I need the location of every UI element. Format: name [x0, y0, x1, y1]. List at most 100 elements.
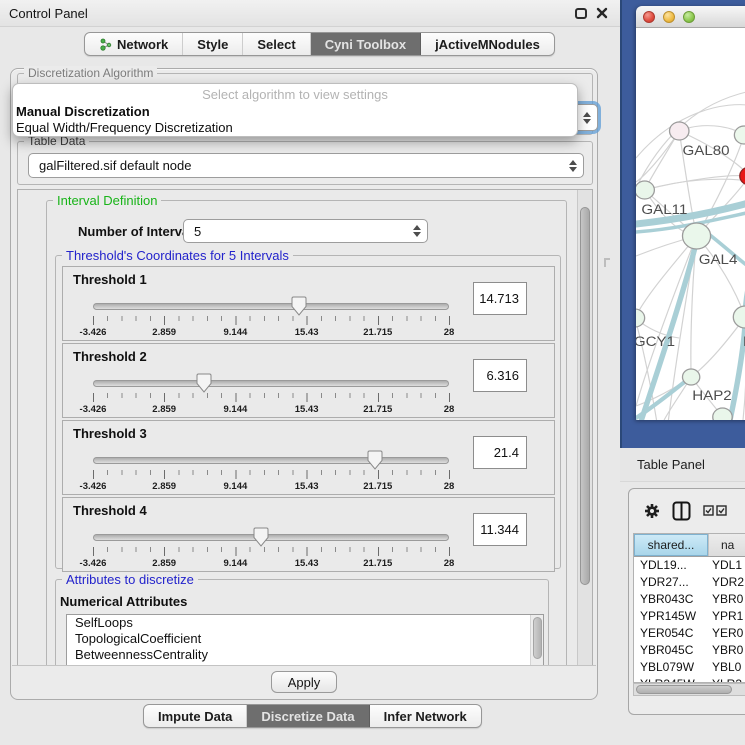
table-data-group: Table Data galFiltered.sif default node — [17, 141, 593, 185]
threshold-2-value-field[interactable]: 6.316 — [473, 359, 527, 392]
settings-scrollbar[interactable] — [577, 190, 592, 665]
network-view-window: GAL80 G C GAL11 GAL4 GCY1 H HAP2 — [636, 6, 745, 420]
thresholds-group-label: Threshold's Coordinates for 5 Intervals — [62, 248, 293, 263]
scrollbar-thumb[interactable] — [580, 207, 590, 585]
number-of-intervals-combobox[interactable]: 5 — [183, 219, 428, 243]
tab-network[interactable]: Network — [85, 33, 183, 55]
scrollbar-thumb[interactable] — [636, 685, 732, 694]
interval-definition-label: Interval Definition — [53, 193, 161, 208]
node-hap2[interactable] — [682, 369, 699, 385]
threshold-3-slider[interactable]: -3.4262.8599.14415.4321.71528 — [93, 445, 450, 493]
list-item[interactable]: TopologicalCoefficient — [67, 631, 543, 647]
threshold-3-row: Threshold 3 -3.4262.8599.14415.4321.7152… — [62, 420, 555, 495]
scrollbar-thumb[interactable] — [533, 617, 542, 659]
zoom-traffic-light-icon[interactable] — [683, 11, 695, 23]
node-label: GAL80 — [682, 143, 729, 158]
threshold-1-row: Threshold 1 -3.4262.8599.14415.4321.7152… — [62, 266, 555, 341]
tab-style[interactable]: Style — [183, 33, 243, 55]
tab-infer-network[interactable]: Infer Network — [370, 705, 481, 727]
node-gal4[interactable] — [682, 223, 710, 249]
slider-handle[interactable] — [367, 450, 383, 470]
control-panel: Control Panel Network Style Sele — [0, 0, 620, 745]
interval-definition-group: Interval Definition Number of Intervals … — [46, 200, 567, 666]
table-row[interactable]: YER054CYER0 — [634, 625, 745, 642]
numerical-attributes-label: Numerical Attributes — [60, 594, 187, 609]
table-row[interactable]: YLR345WYLR3 — [634, 676, 745, 683]
slider-track[interactable] — [93, 303, 449, 310]
tab-cyni-toolbox[interactable]: Cyni Toolbox — [311, 33, 421, 55]
control-panel-titlebar: Control Panel — [0, 0, 620, 27]
tab-impute-data[interactable]: Impute Data — [144, 705, 247, 727]
gear-icon[interactable] — [644, 503, 660, 519]
minimize-traffic-light-icon[interactable] — [663, 11, 675, 23]
threshold-3-value-field[interactable]: 21.4 — [473, 436, 527, 469]
table-row[interactable]: YDR27...YDR2 — [634, 574, 745, 591]
close-icon[interactable] — [596, 7, 608, 19]
dropdown-option-manual[interactable]: Manual Discretization — [13, 104, 577, 120]
threshold-3-label: Threshold 3 — [73, 426, 147, 441]
threshold-4-slider[interactable]: -3.4262.8599.14415.4321.71528 — [93, 522, 450, 570]
cyni-toolbox-panel: Discretization Algorithm Table Data galF… — [10, 68, 598, 700]
settings-scroll-area: Interval Definition Number of Intervals … — [17, 189, 593, 666]
network-icon — [99, 38, 112, 51]
threshold-2-slider[interactable]: -3.4262.8599.14415.4321.71528 — [93, 368, 450, 416]
node-label: HAP2 — [692, 388, 731, 403]
slider-handle[interactable] — [253, 527, 269, 547]
number-of-intervals-value: 5 — [194, 224, 407, 239]
number-of-intervals-label: Number of Intervals — [78, 224, 200, 239]
table-row[interactable]: YDL19...YDL1 — [634, 557, 745, 574]
list-scrollbar[interactable] — [530, 615, 543, 666]
table-row[interactable]: YBR043CYBR0 — [634, 591, 745, 608]
close-traffic-light-icon[interactable] — [643, 11, 655, 23]
node-bottom[interactable] — [713, 408, 732, 420]
threshold-4-value-field[interactable]: 11.344 — [473, 513, 527, 546]
panel-title: Control Panel — [9, 6, 88, 21]
attributes-group: Attributes to discretize Numerical Attri… — [55, 579, 549, 666]
table-data-combobox[interactable]: galFiltered.sif default node — [28, 153, 584, 178]
slider-track[interactable] — [93, 534, 449, 541]
table-row[interactable]: YBR045CYBR0 — [634, 642, 745, 659]
node-g[interactable] — [734, 126, 745, 144]
table-horizontal-scrollbar[interactable] — [633, 683, 745, 696]
table-panel-toolbar — [629, 489, 745, 532]
network-desktop-background: GAL80 G C GAL11 GAL4 GCY1 H HAP2 — [620, 0, 745, 448]
dropdown-option-equal-width[interactable]: Equal Width/Frequency Discretization — [13, 120, 577, 136]
float-window-icon[interactable] — [575, 8, 587, 19]
table-data-value: galFiltered.sif default node — [39, 158, 563, 173]
node-table: shared... na YDL19...YDL1 YDR27...YDR2 Y… — [633, 533, 745, 683]
slider-track[interactable] — [93, 457, 449, 464]
threshold-1-slider[interactable]: -3.4262.8599.14415.4321.71528 — [93, 291, 450, 339]
network-canvas[interactable]: GAL80 G C GAL11 GAL4 GCY1 H HAP2 — [636, 28, 745, 420]
apply-button[interactable]: Apply — [271, 671, 338, 693]
dropdown-prompt[interactable]: Select algorithm to view settings — [13, 87, 577, 104]
discretization-algorithm-label: Discretization Algorithm — [24, 66, 157, 80]
tab-discretize-data[interactable]: Discretize Data — [247, 705, 369, 727]
combo-arrows-icon — [407, 225, 427, 237]
slider-track[interactable] — [93, 380, 449, 387]
checkbox-columns-icon[interactable] — [703, 505, 727, 516]
column-header-name[interactable]: na — [708, 534, 745, 556]
column-header-shared-name[interactable]: shared... — [634, 534, 708, 556]
node-h[interactable] — [733, 306, 745, 328]
node-gal11[interactable] — [636, 181, 654, 199]
list-item[interactable]: SelfLoops — [67, 615, 543, 631]
network-window-titlebar[interactable] — [636, 6, 745, 28]
table-row[interactable]: YBL079WYBL0 — [634, 659, 745, 676]
attributes-group-label: Attributes to discretize — [62, 572, 198, 587]
table-row[interactable]: YPR145WYPR1 — [634, 608, 745, 625]
slider-handle[interactable] — [196, 373, 212, 393]
split-table-icon[interactable] — [672, 501, 691, 521]
threshold-1-value-field[interactable]: 14.713 — [473, 282, 527, 315]
tab-select[interactable]: Select — [243, 33, 310, 55]
numerical-attributes-list: SelfLoops TopologicalCoefficient Between… — [66, 614, 544, 666]
list-item[interactable]: BetweennessCentrality — [67, 647, 543, 663]
thresholds-group: Threshold's Coordinates for 5 Intervals … — [55, 255, 561, 569]
node-gal80[interactable] — [670, 122, 689, 140]
threshold-2-label: Threshold 2 — [73, 349, 147, 364]
tab-jactivemnodules[interactable]: jActiveMNodules — [421, 33, 554, 55]
combo-arrows-icon — [577, 112, 597, 124]
split-divider-handle[interactable] — [604, 258, 610, 267]
node-red[interactable] — [740, 167, 745, 185]
node-label: GCY1 — [636, 334, 675, 349]
slider-handle[interactable] — [291, 296, 307, 316]
